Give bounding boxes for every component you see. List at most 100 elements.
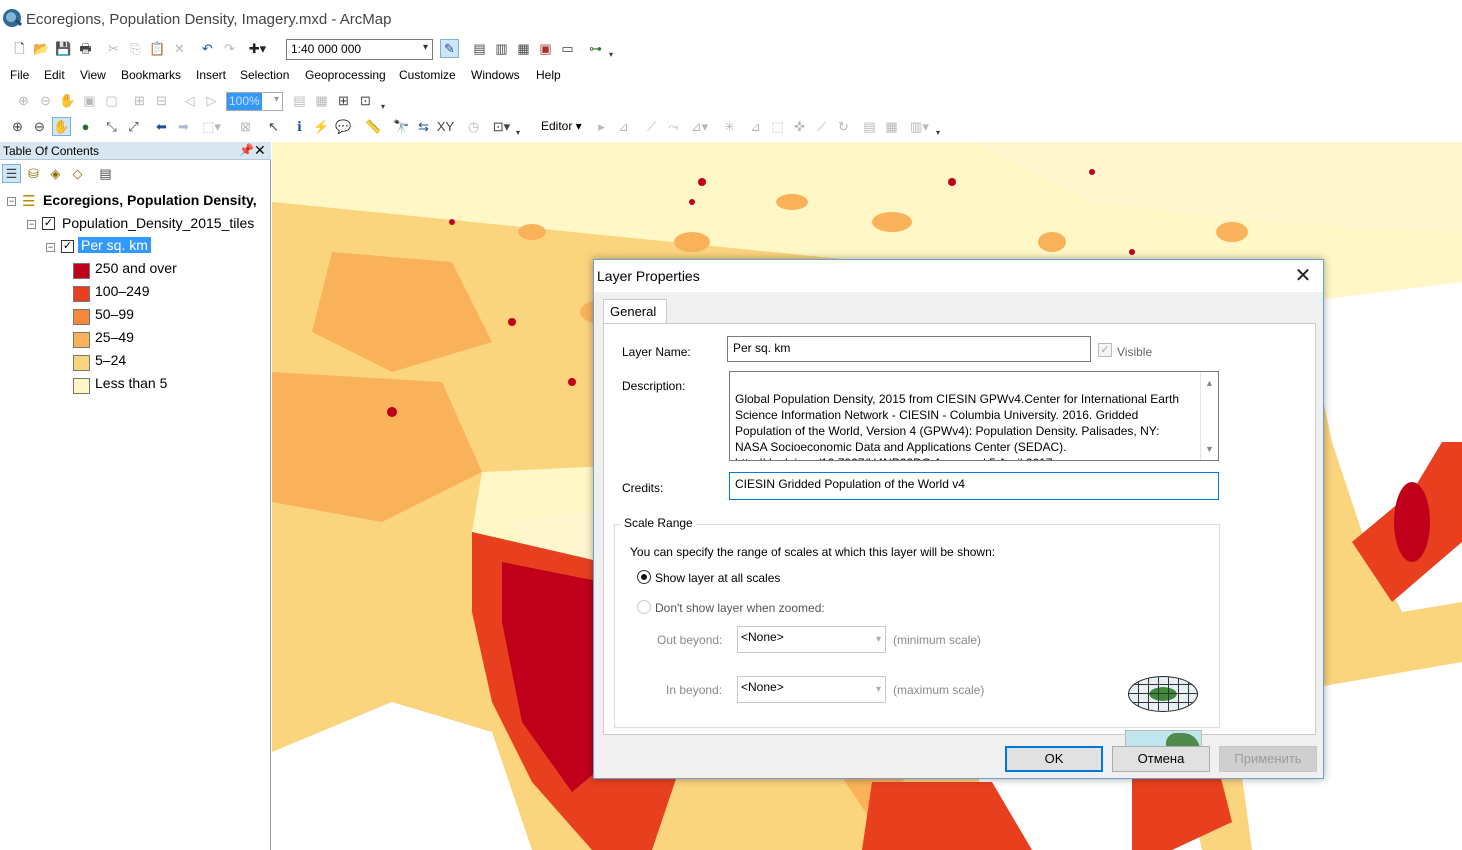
layout-zoom-out-icon[interactable]: ⊖ (36, 91, 55, 110)
select-features-icon[interactable]: ⬚▾ (202, 117, 221, 136)
create-features-icon[interactable]: ▥▾ (910, 117, 929, 136)
expand-collapse-icon[interactable]: − (27, 220, 36, 229)
expand-collapse-icon[interactable]: − (7, 197, 16, 206)
layer-name[interactable]: Population_Density_2015_tiles (62, 215, 254, 231)
fixed-zoom-in-icon[interactable]: ⊞ (130, 91, 149, 110)
search-window-icon[interactable]: ▦ (514, 39, 533, 58)
visible-checkbox[interactable]: ✓ (1098, 343, 1112, 357)
menu-help[interactable]: Help (536, 68, 561, 82)
field-visibility-checkbox[interactable]: ✓ (61, 240, 74, 253)
time-slider-icon[interactable]: ◷ (464, 117, 483, 136)
reshape-icon[interactable]: ⬚ (768, 117, 787, 136)
legend-swatch[interactable] (73, 355, 90, 371)
show-all-scales-radio[interactable] (637, 570, 651, 584)
fixed-zoom-out-icon[interactable]: ⊟ (152, 91, 171, 110)
split-icon[interactable]: ⟋ (812, 117, 831, 136)
close-icon[interactable]: ✕ (1290, 264, 1316, 288)
toolbar-grip-icon[interactable]: ▾ (381, 102, 388, 112)
zoom-100-icon[interactable]: ▢ (102, 91, 121, 110)
go-back-icon[interactable]: ⬅ (152, 117, 171, 136)
layer-visibility-checkbox[interactable]: ✓ (42, 217, 55, 230)
zoom-in-icon[interactable]: ⊕ (8, 117, 27, 136)
add-data-icon[interactable]: ✚▾ (248, 39, 267, 58)
description-scrollbar[interactable]: ▲ ▼ (1200, 372, 1218, 460)
toggle-draft-mode-icon[interactable]: ▤ (290, 91, 309, 110)
edit-annotation-icon[interactable]: ⊿ (614, 117, 633, 136)
close-icon[interactable]: ✕ (254, 142, 266, 159)
scroll-down-icon[interactable]: ▼ (1205, 441, 1214, 457)
html-popup-icon[interactable]: ⚡ (312, 117, 331, 136)
menu-windows[interactable]: Windows (471, 68, 520, 82)
toc-options-icon[interactable]: ▤ (96, 164, 115, 183)
cut-icon[interactable]: ✂ (104, 39, 123, 58)
cancel-button[interactable]: Отмена (1112, 746, 1210, 772)
select-elements-icon[interactable]: ↖ (264, 117, 283, 136)
list-by-source-icon[interactable]: ⛁ (24, 164, 43, 183)
layout-zoom-in-icon[interactable]: ⊕ (14, 91, 33, 110)
toolbar-grip-icon[interactable]: ▾ (609, 50, 616, 60)
arctoolbox-icon[interactable]: ▣ (536, 39, 555, 58)
legend-swatch[interactable] (73, 378, 90, 394)
change-layout-icon[interactable]: ⊞ (334, 91, 353, 110)
editor-toolbar-toggle-icon[interactable]: ✎ (440, 39, 459, 58)
menu-bookmarks[interactable]: Bookmarks (121, 68, 181, 82)
credits-input[interactable]: CIESIN Gridded Population of the World v… (729, 472, 1219, 500)
new-document-icon[interactable]: 🗋 (10, 39, 29, 58)
clear-selection-icon[interactable]: ⊠ (236, 117, 255, 136)
model-builder-icon[interactable]: ⊶ (586, 39, 605, 58)
menu-customize[interactable]: Customize (399, 68, 456, 82)
fixed-zoom-in-icon[interactable]: ⤡ (102, 117, 121, 136)
menu-file[interactable]: File (10, 68, 29, 82)
dont-show-when-zoomed-radio[interactable] (637, 600, 651, 614)
list-by-selection-icon[interactable]: ◇ (68, 164, 87, 183)
layout-pan-icon[interactable]: ✋ (58, 91, 77, 110)
menu-geoprocessing[interactable]: Geoprocessing (305, 68, 386, 82)
legend-swatch[interactable] (73, 309, 90, 325)
menu-edit[interactable]: Edit (44, 68, 65, 82)
data-driven-pages-icon[interactable]: ⊡ (356, 91, 375, 110)
show-all-scales-label[interactable]: Show layer at all scales (655, 571, 780, 585)
table-of-contents-icon[interactable]: ▤ (470, 39, 489, 58)
selected-field-label[interactable]: Per sq. km (78, 237, 151, 253)
edit-tool-icon[interactable]: ▸ (592, 117, 611, 136)
paste-icon[interactable]: 📋 (148, 39, 167, 58)
menu-selection[interactable]: Selection (240, 68, 289, 82)
find-route-icon[interactable]: ⇆ (414, 117, 433, 136)
measure-icon[interactable]: 📏 (364, 117, 383, 136)
layout-zoom-combo[interactable]: 100% ▾ (226, 92, 283, 111)
dont-show-when-zoomed-label[interactable]: Don't show layer when zoomed: (655, 601, 825, 615)
scroll-up-icon[interactable]: ▲ (1205, 375, 1214, 391)
list-by-visibility-icon[interactable]: ◈ (46, 164, 65, 183)
tab-general[interactable]: General (603, 299, 667, 324)
catalog-window-icon[interactable]: ▥ (492, 39, 511, 58)
edit-vertices-icon[interactable]: ⊿ (746, 117, 765, 136)
identify-icon[interactable]: ℹ (290, 117, 309, 136)
redo-icon[interactable]: ↷ (220, 39, 239, 58)
focus-data-frame-icon[interactable]: ▦ (312, 91, 331, 110)
point-icon[interactable]: ✳ (720, 117, 739, 136)
straight-segment-icon[interactable]: ⟋ (642, 117, 661, 136)
editor-menu-button[interactable]: Editor ▾ (541, 119, 582, 133)
list-by-drawing-order-icon[interactable]: ☰ (2, 164, 21, 183)
menu-view[interactable]: View (80, 68, 106, 82)
go-forward-icon[interactable]: ➡ (174, 117, 193, 136)
go-to-xy-icon[interactable]: XY (436, 117, 455, 136)
full-extent-icon[interactable]: ● (76, 117, 95, 136)
ok-button[interactable]: OK (1005, 746, 1103, 772)
print-icon[interactable]: 🖶 (76, 39, 95, 58)
open-folder-icon[interactable]: 📂 (32, 39, 51, 58)
trace-icon[interactable]: ⊿▾ (690, 117, 709, 136)
menu-insert[interactable]: Insert (196, 68, 226, 82)
in-beyond-combo[interactable]: <None> ▾ (737, 676, 886, 703)
layout-back-icon[interactable]: ◁ (180, 91, 199, 110)
apply-button[interactable]: Применить (1219, 746, 1317, 772)
delete-icon[interactable]: ✕ (170, 39, 189, 58)
map-scale-combo[interactable]: 1:40 000 000 ▾ (286, 39, 433, 60)
layer-name-input[interactable]: Per sq. km (727, 336, 1091, 362)
copy-icon[interactable]: ⎘ (126, 39, 145, 58)
expand-collapse-icon[interactable]: − (46, 243, 55, 252)
legend-swatch[interactable] (73, 263, 90, 279)
end-point-arc-icon[interactable]: ⤳ (664, 117, 683, 136)
data-frame-name[interactable]: Ecoregions, Population Density, (43, 192, 257, 208)
toolbar-grip-icon[interactable]: ▾ (516, 128, 523, 138)
